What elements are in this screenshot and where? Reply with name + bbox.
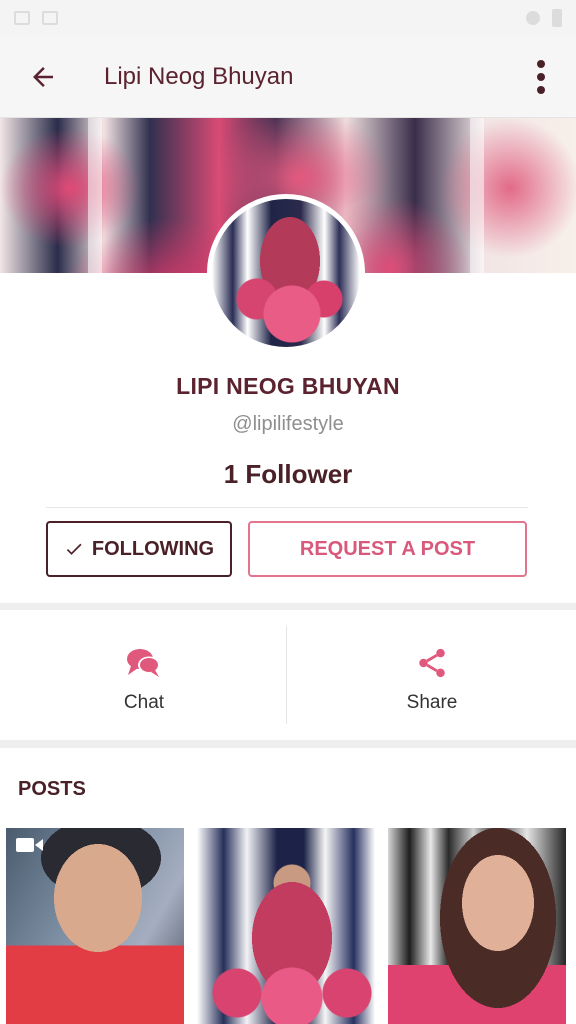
status-bar-right [526, 9, 562, 27]
page-title: Lipi Neog Bhuyan [104, 62, 294, 90]
request-post-button[interactable]: REQUEST A POST [248, 521, 527, 577]
post-thumbnail[interactable] [6, 828, 184, 1024]
share-label: Share [406, 692, 458, 713]
chat-action[interactable]: Chat [0, 610, 288, 740]
following-button-label: FOLLOWING [91, 537, 215, 560]
actions-card: Chat Share [0, 610, 576, 740]
avatar[interactable] [207, 194, 365, 352]
battery-icon [552, 9, 562, 27]
back-arrow-icon [33, 66, 53, 87]
banner-stripe [88, 118, 102, 273]
app-bar: Lipi Neog Bhuyan [0, 36, 576, 118]
post-thumbnail[interactable] [388, 828, 566, 1024]
profile-name: LIPI NEOG BHUYAN [176, 373, 400, 399]
divider [46, 507, 528, 508]
back-button[interactable] [0, 36, 86, 118]
posts-section: POSTS [0, 748, 576, 1024]
more-options-button[interactable] [506, 36, 576, 118]
share-icon [419, 648, 445, 678]
status-bar [0, 0, 576, 36]
banner-stripe [470, 118, 484, 273]
chat-icon [127, 649, 160, 677]
chat-label: Chat [123, 692, 165, 713]
notification-icon [14, 11, 30, 25]
wifi-icon [526, 11, 540, 25]
request-post-button-label: REQUEST A POST [299, 537, 476, 560]
check-icon [66, 543, 82, 555]
profile-handle: @lipilifestyle [232, 413, 344, 435]
action-divider [286, 626, 287, 724]
more-vert-icon [537, 59, 545, 94]
post-thumbnail[interactable] [197, 828, 375, 1024]
follower-count[interactable]: 1 Follower [0, 459, 576, 490]
posts-heading: POSTS [18, 778, 86, 800]
share-action[interactable]: Share [288, 610, 576, 740]
app-notification-icon [42, 11, 58, 25]
video-icon [16, 838, 43, 852]
status-bar-left [14, 11, 58, 25]
following-button[interactable]: FOLLOWING [46, 521, 232, 577]
